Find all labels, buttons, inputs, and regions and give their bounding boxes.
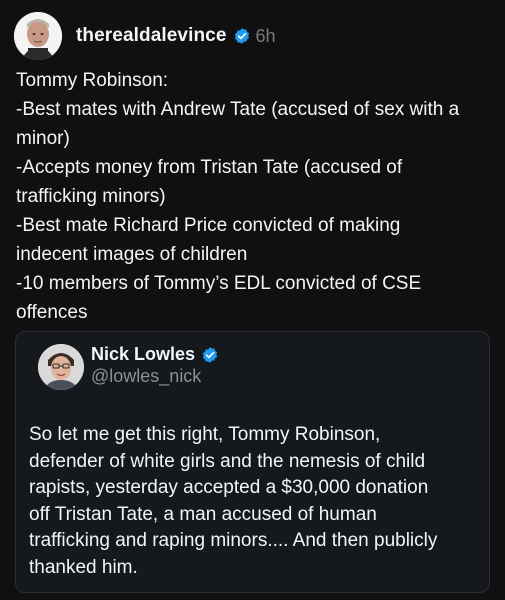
- quoted-body-line: defender of white girls and the nemesis …: [29, 450, 426, 472]
- quoted-author-handle[interactable]: @lowles_nick: [91, 366, 201, 387]
- post-body-line: indecent images of children: [16, 244, 248, 265]
- author-avatar-image: [14, 12, 62, 60]
- post-body-line: -10 members of Tommy’s EDL convicted of …: [16, 273, 422, 294]
- quoted-author-avatar[interactable]: [38, 344, 84, 390]
- quoted-author-name-row: Nick Lowles: [91, 344, 219, 365]
- post-body-line: -Accepts money from Tristan Tate (accuse…: [16, 157, 403, 178]
- quoted-body-line: trafficking and raping minors.... And th…: [29, 530, 438, 551]
- post-timestamp: 6h: [255, 25, 276, 46]
- quoted-verified-badge-icon: [202, 346, 218, 363]
- quoted-body-line: rapists, yesterday accepted a $30,000 do…: [29, 477, 429, 498]
- quoted-author-avatar-image: [38, 344, 84, 390]
- post-body-line: minor): [16, 128, 70, 149]
- quoted-body-line: off Tristan Tate, a man accused of human: [29, 503, 377, 525]
- author-username[interactable]: therealdalevince: [76, 25, 227, 47]
- author-avatar[interactable]: [14, 12, 62, 60]
- post-body-line: offences: [16, 302, 88, 323]
- quoted-author-name[interactable]: Nick Lowles: [91, 344, 195, 365]
- quoted-body-line: thanked him.: [29, 556, 138, 578]
- post-body: Tommy Robinson: -Best mates with Andrew …: [16, 66, 494, 327]
- quoted-post-card[interactable]: Nick Lowles @lowles_nick So let me get t…: [15, 331, 490, 593]
- verified-badge-icon: [234, 28, 249, 44]
- post-body-line: Tommy Robinson:: [16, 70, 169, 91]
- post-body-line: trafficking minors): [16, 186, 166, 207]
- quoted-post-body: So let me get this right, Tommy Robinson…: [29, 422, 484, 581]
- post-body-line: -Best mate Richard Price convicted of ma…: [16, 215, 401, 236]
- post-body-line: -Best mates with Andrew Tate (accused of…: [16, 99, 460, 120]
- post-header: therealdalevince 6h: [14, 12, 276, 60]
- threads-post: therealdalevince 6h Tommy Robinson: -Bes…: [0, 0, 505, 600]
- quoted-body-line: So let me get this right, Tommy Robinson…: [29, 424, 381, 445]
